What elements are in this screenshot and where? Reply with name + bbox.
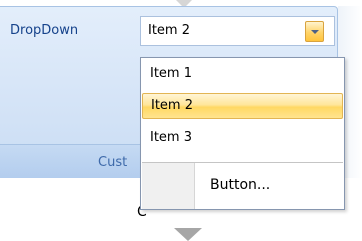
popup-item-2[interactable]: Item 2: [142, 93, 343, 119]
popup-button[interactable]: Button...: [210, 177, 270, 193]
dropdown-value: Item 2: [148, 23, 190, 38]
group-caption: Cust: [98, 155, 128, 170]
footer-icon-column: [142, 163, 195, 209]
dropdown-arrow-button[interactable]: [305, 21, 324, 42]
decorative-triangle-bottom: [174, 228, 202, 241]
popup-footer: Button...: [142, 163, 343, 209]
chevron-down-icon: [311, 30, 319, 34]
dropdown-popup: Item 1 Item 2 Item 3 Button...: [140, 57, 345, 210]
popup-item-1[interactable]: Item 1: [142, 62, 343, 88]
dropdown-label: DropDown: [10, 23, 79, 38]
popup-item-3[interactable]: Item 3: [142, 126, 343, 152]
dropdown-field[interactable]: Item 2: [140, 16, 335, 46]
